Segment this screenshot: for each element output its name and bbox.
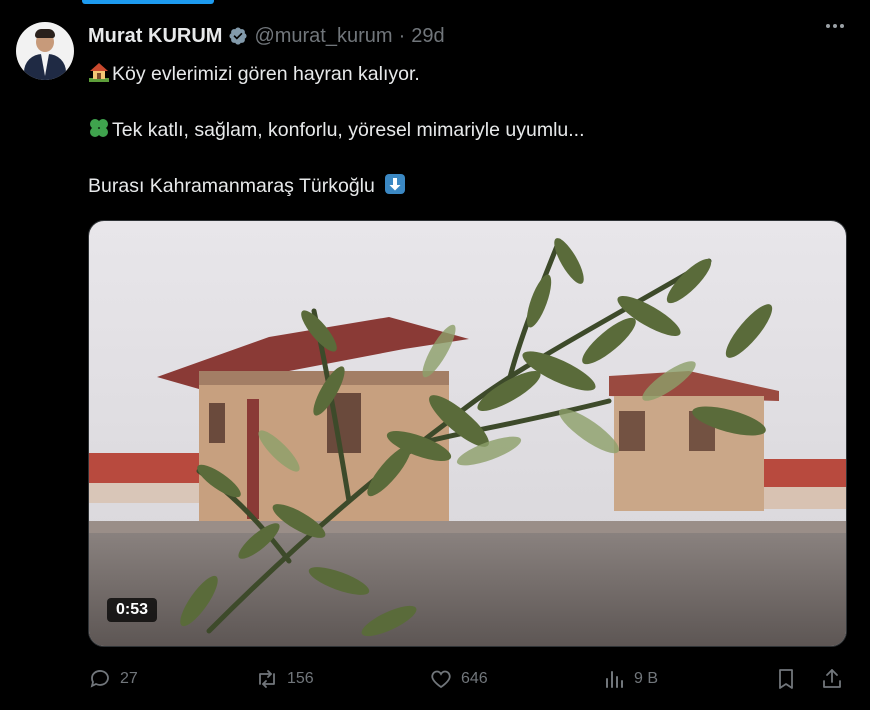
video-duration-badge: 0:53 [107,598,158,622]
tweet-line-3: Burası Kahramanmaraş Türkoğlu [88,175,375,197]
more-options-icon[interactable] [826,24,844,28]
video-player[interactable] [88,220,847,647]
author-handle[interactable]: @murat_kurum [254,25,392,48]
share-button[interactable] [820,664,844,694]
tweet-line-2: Tek katlı, sağlam, konforlu, yöresel mim… [112,119,585,141]
repost-icon [259,670,275,688]
bookmark-icon [779,669,793,689]
repost-button[interactable]: 156 [255,664,314,694]
views-chart-icon [606,671,623,688]
video-thumbnail [89,221,846,646]
like-button[interactable]: 646 [429,664,488,694]
tweet-card[interactable]: Murat KURUM @murat_kurum · 29d Köy evler… [0,0,870,710]
timestamp[interactable]: 29d [411,25,444,48]
share-icon [823,669,841,688]
house-emoji-icon [89,63,109,82]
verified-badge-icon [229,27,247,45]
author-name[interactable]: Murat KURUM [88,25,222,48]
tweet-header: Murat KURUM @murat_kurum · 29d [88,22,445,50]
reply-button[interactable]: 27 [88,664,138,694]
separator-dot: · [398,24,406,47]
views-button[interactable]: 9 B [602,664,658,694]
tweet-line-1: Köy evlerimizi gören hayran kalıyor. [112,63,420,85]
bookmark-button[interactable] [774,664,798,694]
down-arrow-emoji-icon [385,174,406,194]
avatar[interactable] [16,22,74,80]
like-count: 646 [461,670,488,687]
reply-count: 27 [120,670,138,687]
repost-count: 156 [287,670,314,687]
clover-emoji-icon [90,119,108,137]
tweet-text: Köy evlerimizi gören hayran kalıyor. Tek… [88,60,848,200]
heart-icon [431,670,451,689]
views-count: 9 B [634,670,659,687]
tweet-actions: 27 156 646 9 B [88,664,848,694]
reply-icon [90,670,109,688]
